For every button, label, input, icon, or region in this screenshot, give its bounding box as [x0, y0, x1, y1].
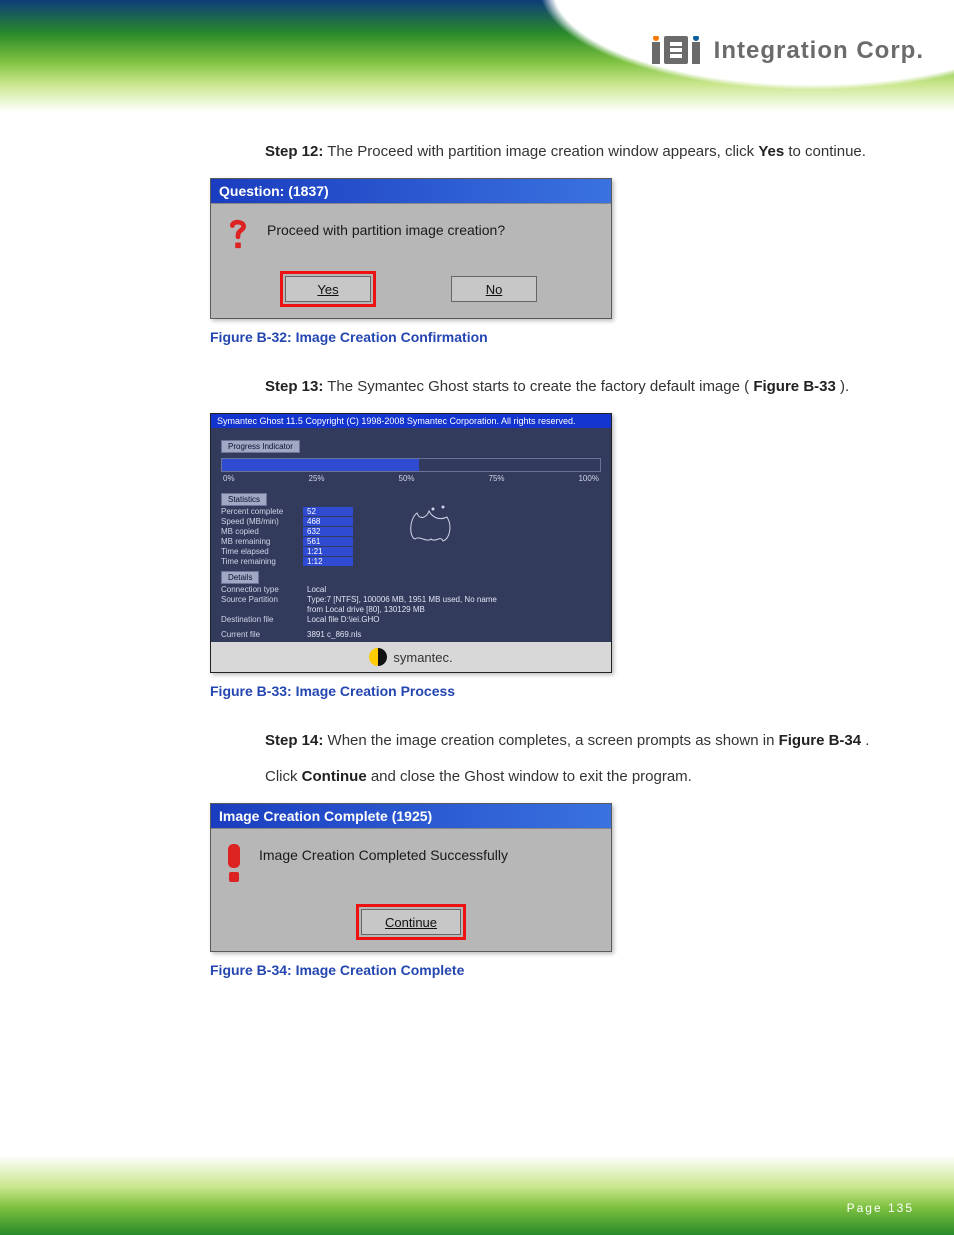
- ghost-title: Symantec Ghost 11.5 Copyright (C) 1998-2…: [211, 414, 611, 428]
- dialog-title: Question: (1837): [211, 179, 611, 204]
- ghost-details: Details Connection typeLocal Source Part…: [221, 567, 601, 639]
- dialog-title: Image Creation Complete (1925): [211, 804, 611, 829]
- header-banner: Integration Corp.: [0, 0, 954, 112]
- footer-banner: [0, 1155, 954, 1235]
- dialog-message: Proceed with partition image creation?: [267, 218, 505, 250]
- progress-scale: 0% 25% 50% 75% 100%: [223, 474, 599, 483]
- iei-logo-icon: [652, 36, 708, 66]
- progress-label: Progress Indicator: [221, 440, 300, 453]
- page-number: Page 135: [847, 1201, 914, 1215]
- ghost-stats: Statistics Percent complete52 Speed (MB/…: [221, 489, 386, 567]
- progress-bar-fill: [222, 459, 419, 471]
- yes-button[interactable]: Yes: [285, 276, 371, 302]
- logo-text: Integration Corp.: [714, 37, 924, 65]
- figure-caption-34: Figure B-34: Image Creation Complete: [210, 962, 914, 978]
- complete-dialog: Image Creation Complete (1925) Image Cre…: [210, 803, 612, 952]
- step-14-text: Step 14: When the image creation complet…: [265, 723, 914, 795]
- question-dialog: Question: (1837) Proceed with partition …: [210, 178, 612, 319]
- content: Step 12: The Proceed with partition imag…: [0, 120, 954, 1002]
- continue-button[interactable]: Continue: [361, 909, 461, 935]
- step-12-text: Step 12: The Proceed with partition imag…: [265, 134, 914, 170]
- figure-caption-33: Figure B-33: Image Creation Process: [210, 683, 914, 699]
- symantec-icon: [369, 648, 387, 666]
- no-button[interactable]: No: [451, 276, 537, 302]
- question-icon: [223, 218, 253, 250]
- ghost-face-icon: [396, 489, 466, 549]
- step-num: Step 12:: [265, 143, 323, 160]
- dialog-message: Image Creation Completed Successfully: [259, 843, 508, 883]
- step-num: Step 14:: [265, 732, 323, 749]
- step-13-text: Step 13: The Symantec Ghost starts to cr…: [265, 369, 914, 405]
- step-num: Step 13:: [265, 378, 323, 395]
- progress-bar: [221, 458, 601, 472]
- exclamation-icon: [223, 843, 245, 883]
- ghost-window: Symantec Ghost 11.5 Copyright (C) 1998-2…: [210, 413, 612, 673]
- logo: Integration Corp.: [652, 36, 924, 66]
- ghost-footer: symantec.: [211, 642, 611, 672]
- figure-caption-32: Figure B-32: Image Creation Confirmation: [210, 329, 914, 345]
